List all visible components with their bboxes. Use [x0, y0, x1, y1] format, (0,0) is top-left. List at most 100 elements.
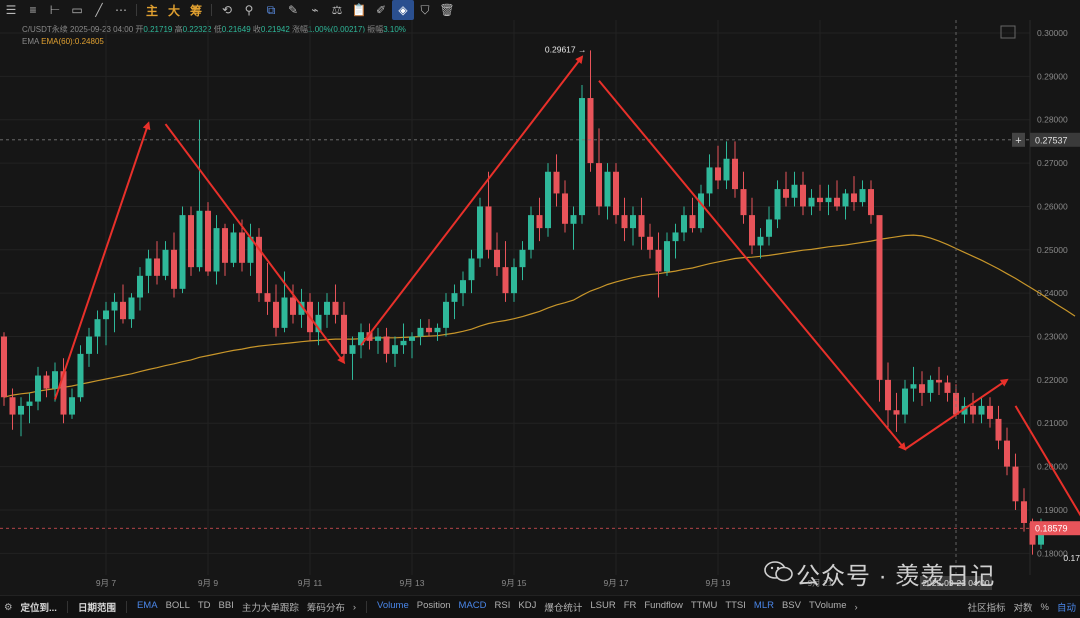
candle-body [171, 250, 177, 289]
candlestick-chart[interactable]: 0.300000.290000.280000.270000.260000.250… [0, 20, 1080, 595]
x-tick-label: 9月 7 [96, 578, 117, 588]
candle-body [588, 98, 594, 163]
main-more-icon[interactable]: › [349, 602, 360, 613]
indicator-sub-6[interactable]: LSUR [586, 600, 619, 614]
candle [613, 163, 619, 224]
indicator-sub-2[interactable]: MACD [455, 600, 491, 614]
candle [103, 302, 109, 345]
candle [707, 154, 713, 206]
candle [775, 180, 781, 228]
candle [35, 367, 41, 410]
candle-body [860, 189, 866, 202]
bottom-right-1[interactable]: 对数 [1010, 600, 1037, 614]
big-order-button[interactable]: 大 [163, 0, 185, 20]
indicator-sub-8[interactable]: Fundflow [640, 600, 687, 614]
replay-icon[interactable]: ⟲ [216, 0, 238, 20]
candle [732, 141, 738, 197]
candle-body [783, 189, 789, 198]
candle [197, 120, 203, 272]
indicator-sub-13[interactable]: TVolume [805, 600, 851, 614]
date-range-button[interactable]: 日期范围 [74, 600, 120, 614]
candle [443, 293, 449, 336]
indicator-main-5[interactable]: 筹码分布 [303, 600, 349, 614]
candle [1, 332, 7, 406]
candle [885, 363, 891, 428]
indicator-main-3[interactable]: BBI [215, 600, 238, 614]
candle [316, 302, 322, 345]
candle [911, 367, 917, 402]
locate-button[interactable]: 定位到... [17, 600, 61, 614]
candle-body [902, 389, 908, 415]
candle [715, 146, 721, 189]
last-price-label: 0.18579 [1035, 524, 1068, 534]
edit-icon[interactable]: ✐ [370, 0, 392, 20]
candle [630, 206, 636, 245]
trend-arrow [55, 123, 149, 399]
indicator-main-4[interactable]: 主力大单跟踪 [238, 600, 303, 614]
candle [766, 206, 772, 245]
indicator-sub-7[interactable]: FR [620, 600, 641, 614]
indicator-sub-12[interactable]: BSV [778, 600, 805, 614]
candle [180, 206, 186, 293]
indicator-sub-0[interactable]: Volume [373, 600, 413, 614]
compare-icon[interactable]: ⚖ [326, 0, 348, 20]
candle [588, 50, 594, 171]
candle-body [205, 211, 211, 272]
bottom-right-0[interactable]: 社区指标 [964, 600, 1010, 614]
candle-body [265, 293, 271, 302]
indicator-main-1[interactable]: BOLL [162, 600, 194, 614]
candle-body [775, 189, 781, 219]
toggle-icon[interactable]: ⚲ [238, 0, 260, 20]
indicator-sub-5[interactable]: 爆仓统计 [540, 600, 586, 614]
filter-icon[interactable]: ⛉ [414, 0, 436, 20]
x-tick-label: 9月 11 [298, 578, 323, 588]
indicator-sub-3[interactable]: RSI [491, 600, 515, 614]
candle [545, 163, 551, 237]
candle [486, 172, 492, 259]
candle-body [180, 215, 186, 289]
indicator-sub-9[interactable]: TTMU [687, 600, 721, 614]
menu-icon[interactable]: ☰ [0, 0, 22, 20]
list-icon[interactable]: ≡ [22, 0, 44, 20]
bottom-right-3[interactable]: 自动 [1053, 600, 1080, 614]
candle [86, 328, 92, 367]
magnet-icon[interactable]: ◈ [392, 0, 414, 20]
pen-icon[interactable]: ✎ [282, 0, 304, 20]
sub-more-icon[interactable]: › [850, 602, 861, 613]
indicator-sub-1[interactable]: Position [413, 600, 455, 614]
brush-icon[interactable]: ⌁ [304, 0, 326, 20]
candle [494, 232, 500, 275]
candle [792, 172, 798, 207]
main-force-button[interactable]: 主 [141, 0, 163, 20]
bottom-right-2[interactable]: % [1037, 602, 1053, 613]
candle [656, 232, 662, 297]
trash-icon[interactable]: 🗑 [436, 0, 458, 20]
candle [724, 141, 730, 189]
candle-body [732, 159, 738, 189]
candle-body [834, 198, 840, 207]
indicator-main-0[interactable]: EMA [133, 600, 162, 614]
rect-icon[interactable]: ▭ [66, 0, 88, 20]
sliders-icon[interactable]: ⚙ [0, 602, 17, 613]
candle [758, 228, 764, 258]
y-tick-label: 0.28000 [1037, 115, 1068, 125]
crosshair-plus-icon: + [1015, 135, 1021, 147]
indicator-sub-11[interactable]: MLR [750, 600, 778, 614]
trend-arrow [599, 81, 905, 450]
y-tick-label: 0.22000 [1037, 375, 1068, 385]
indicator-main-2[interactable]: TD [194, 600, 215, 614]
chip-button[interactable]: 筹 [185, 0, 207, 20]
candle [647, 224, 653, 259]
indicator-sub-10[interactable]: TTSI [721, 600, 750, 614]
candle-body [341, 315, 347, 354]
candle [265, 263, 271, 315]
more-icon[interactable]: ⋯ [110, 0, 132, 20]
line-icon[interactable]: ╱ [88, 0, 110, 20]
indicator-sub-4[interactable]: KDJ [514, 600, 540, 614]
clipboard-icon[interactable]: 📋 [348, 0, 370, 20]
copy-icon[interactable]: ⧉ [260, 0, 282, 20]
hline-icon[interactable]: ⊢ [44, 0, 66, 20]
candle [851, 176, 857, 211]
candle-body [562, 193, 568, 223]
candle [460, 271, 466, 306]
